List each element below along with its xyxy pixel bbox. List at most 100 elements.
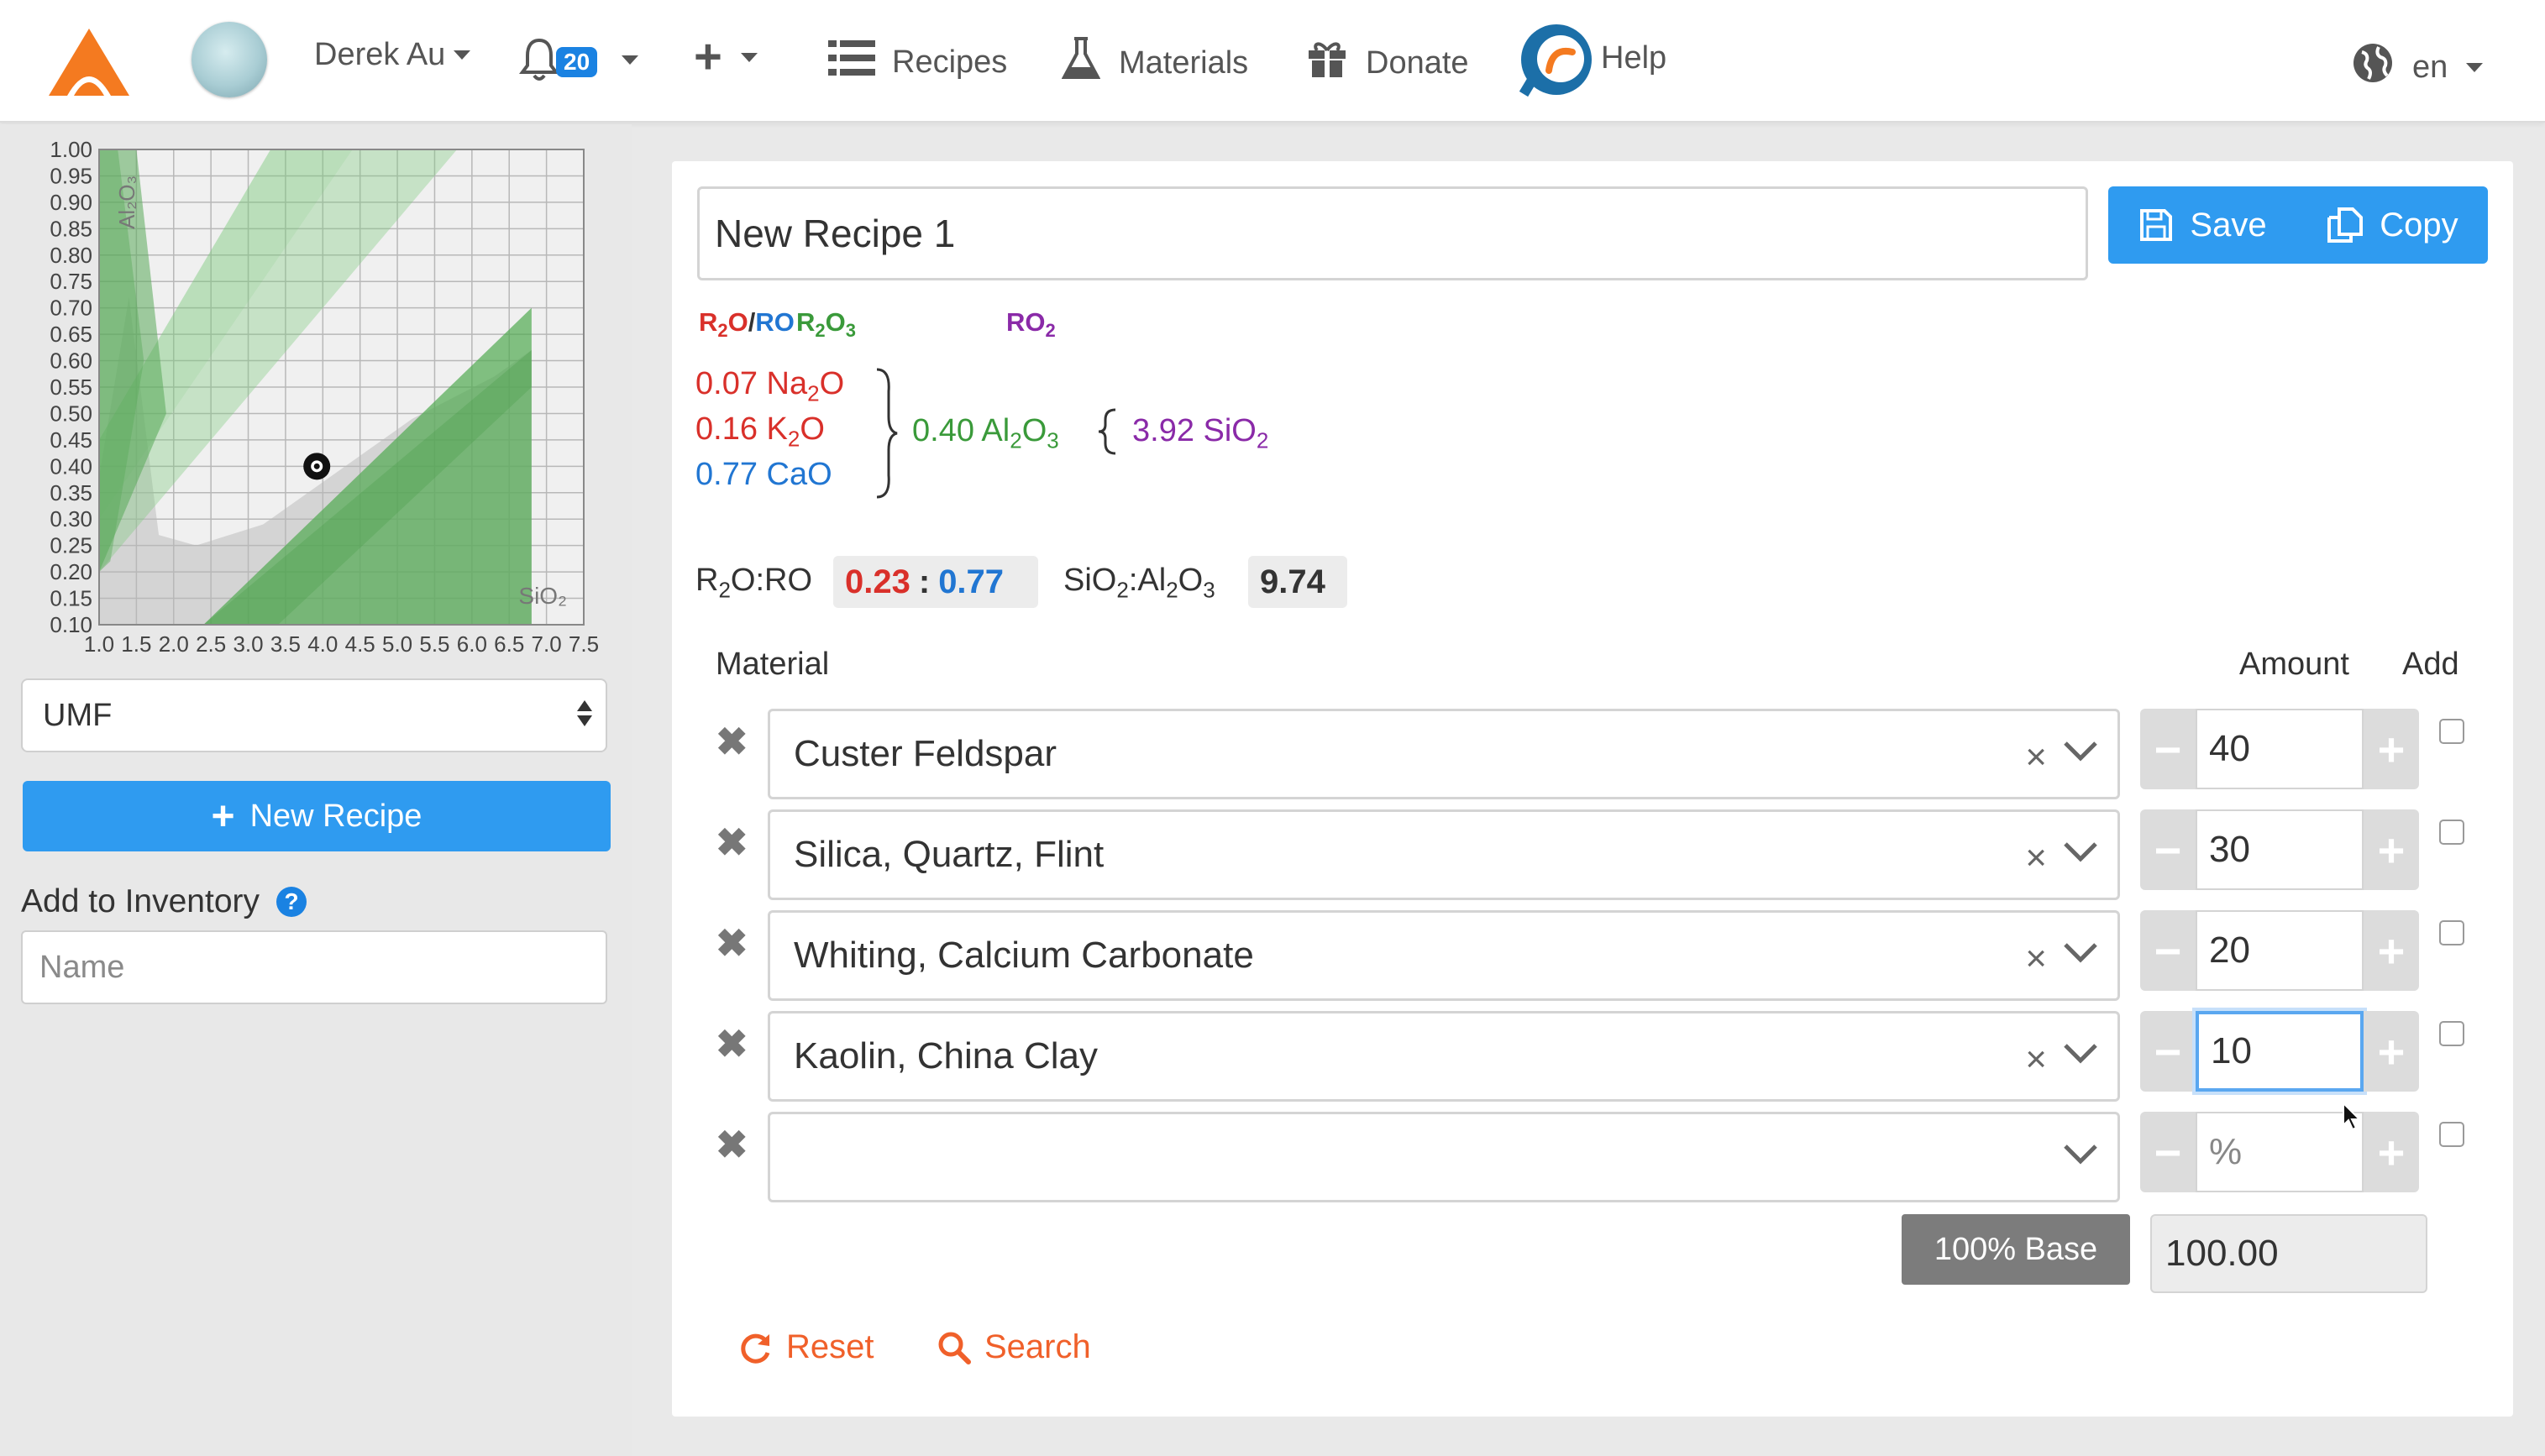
copy-icon xyxy=(2327,207,2364,243)
nav-help[interactable]: Help xyxy=(1519,22,1666,106)
y-tick-label: 0.85 xyxy=(50,216,92,241)
copy-button[interactable]: Copy xyxy=(2298,186,2488,264)
search-button[interactable]: Search xyxy=(937,1328,1091,1366)
decrement-button[interactable]: − xyxy=(2140,1011,2196,1092)
add-checkbox[interactable] xyxy=(2439,719,2464,744)
y-tick-label: 0.60 xyxy=(50,348,92,374)
remove-row-icon[interactable]: ✖ xyxy=(716,920,748,966)
globe-icon xyxy=(2352,42,2394,92)
save-icon xyxy=(2140,209,2173,241)
umf-chart[interactable]: 1.00 0.95 0.90 0.85 0.80 0.75 0.70 0.65 0.60 0.55… xyxy=(0,124,632,662)
decrement-button[interactable]: − xyxy=(2140,910,2196,991)
decrement-button[interactable]: − xyxy=(2140,1112,2196,1192)
chevron-down-icon[interactable] xyxy=(2062,1042,2099,1066)
amount-stepper: − 40 + xyxy=(2140,709,2419,789)
x-tick-label: 7.5 xyxy=(569,631,599,657)
material-name: Custer Feldspar xyxy=(794,733,1057,774)
amount-input[interactable]: 30 xyxy=(2196,809,2364,890)
chevron-down-icon[interactable] xyxy=(2062,941,2099,965)
chevron-down-icon xyxy=(622,55,638,65)
decrement-button[interactable]: − xyxy=(2140,809,2196,890)
x-tick-label: 5.5 xyxy=(419,631,449,657)
user-menu[interactable]: Derek Au xyxy=(314,37,471,73)
new-recipe-label: New Recipe xyxy=(249,798,422,834)
material-select[interactable]: Kaolin, China Clay × xyxy=(768,1011,2120,1102)
add-checkbox[interactable] xyxy=(2439,920,2464,945)
plus-icon: + xyxy=(694,29,722,84)
nav-help-label: Help xyxy=(1601,39,1667,76)
notifications-menu[interactable]: 20 xyxy=(519,37,638,91)
search-icon xyxy=(938,1332,971,1364)
umf-na2o: 0.07 Na2O xyxy=(695,366,845,406)
glazy-logo[interactable] xyxy=(49,29,129,96)
bell-icon xyxy=(519,37,559,91)
y-tick-label: 0.50 xyxy=(50,401,92,426)
chevron-down-icon[interactable] xyxy=(2062,1143,2099,1166)
chevron-down-icon[interactable] xyxy=(2062,740,2099,763)
amount-input[interactable]: 40 xyxy=(2196,709,2364,789)
avatar[interactable] xyxy=(192,22,267,97)
recipe-title-input[interactable] xyxy=(697,186,2088,280)
save-label: Save xyxy=(2190,206,2267,244)
base-button[interactable]: 100% Base xyxy=(1902,1214,2130,1285)
reset-button[interactable]: Reset xyxy=(739,1328,874,1366)
increment-button[interactable]: + xyxy=(2364,910,2419,991)
inventory-label: Add to Inventory xyxy=(21,883,260,919)
material-select[interactable]: Custer Feldspar × xyxy=(768,709,2120,799)
clear-icon[interactable]: × xyxy=(2025,736,2047,778)
y-tick-label: 0.45 xyxy=(50,427,92,453)
mode-select[interactable]: UMF xyxy=(21,678,607,752)
amount-input[interactable]: % xyxy=(2196,1112,2364,1192)
help-chat-icon xyxy=(1519,22,1594,106)
si-al-value: 9.74 xyxy=(1260,563,1325,600)
remove-row-icon[interactable]: ✖ xyxy=(716,820,748,865)
chevron-down-icon[interactable] xyxy=(2062,841,2099,864)
sio2-al2o3-label: SiO2:Al2O3 xyxy=(1063,563,1215,603)
inventory-name-input[interactable] xyxy=(21,930,607,1004)
increment-button[interactable]: + xyxy=(2364,709,2419,789)
y-tick-label: 0.15 xyxy=(50,586,92,611)
amount-stepper: − 30 + xyxy=(2140,809,2419,890)
material-select[interactable]: Whiting, Calcium Carbonate × xyxy=(768,910,2120,1001)
language-menu[interactable]: en xyxy=(2352,42,2484,92)
y-tick-label: 0.55 xyxy=(50,374,92,400)
clear-icon[interactable]: × xyxy=(2025,1039,2047,1081)
remove-row-icon[interactable]: ✖ xyxy=(716,1021,748,1066)
add-checkbox[interactable] xyxy=(2439,1122,2464,1147)
nav-materials[interactable]: Materials xyxy=(1061,37,1248,89)
r2o-heading: R2O xyxy=(699,307,748,342)
flux-heading: R2O/RO xyxy=(699,307,795,342)
save-button[interactable]: Save xyxy=(2108,186,2298,264)
amount-input[interactable]: 20 xyxy=(2196,910,2364,991)
y-tick-label: 0.40 xyxy=(50,453,92,479)
chevron-down-icon xyxy=(454,50,471,60)
flask-icon xyxy=(1061,37,1101,89)
decrement-button[interactable]: − xyxy=(2140,709,2196,789)
question-icon[interactable]: ? xyxy=(276,887,307,917)
new-recipe-button[interactable]: + New Recipe xyxy=(23,781,611,851)
material-select[interactable] xyxy=(768,1112,2120,1202)
amount-input[interactable]: 10 xyxy=(2196,1011,2364,1092)
clear-icon[interactable]: × xyxy=(2025,837,2047,879)
add-checkbox[interactable] xyxy=(2439,1021,2464,1046)
material-select[interactable]: Silica, Quartz, Flint × xyxy=(768,809,2120,900)
create-menu[interactable]: + xyxy=(694,29,758,84)
x-tick-label: 4.0 xyxy=(307,631,338,657)
sidebar: 1.00 0.95 0.90 0.85 0.80 0.75 0.70 0.65 0.60 0.55… xyxy=(0,124,632,1456)
clear-icon[interactable]: × xyxy=(2025,938,2047,980)
y-tick-label: 0.75 xyxy=(50,269,92,294)
nav-recipes[interactable]: Recipes xyxy=(828,40,1007,84)
chevron-down-icon xyxy=(2466,62,2484,72)
increment-button[interactable]: + xyxy=(2364,1112,2419,1192)
remove-row-icon[interactable]: ✖ xyxy=(716,1122,748,1167)
add-checkbox[interactable] xyxy=(2439,820,2464,845)
increment-button[interactable]: + xyxy=(2364,809,2419,890)
ratio-ro: 0.77 xyxy=(938,563,1005,600)
nav-donate[interactable]: Donate xyxy=(1307,39,1469,87)
increment-button[interactable]: + xyxy=(2364,1011,2419,1092)
navbar: Derek Au 20 + Recipes Materials Donate H… xyxy=(0,0,2545,123)
remove-row-icon[interactable]: ✖ xyxy=(716,719,748,764)
material-name: Whiting, Calcium Carbonate xyxy=(794,935,1254,976)
ro2-heading: RO2 xyxy=(1006,307,1056,342)
base-label: 100% Base xyxy=(1934,1231,2098,1267)
